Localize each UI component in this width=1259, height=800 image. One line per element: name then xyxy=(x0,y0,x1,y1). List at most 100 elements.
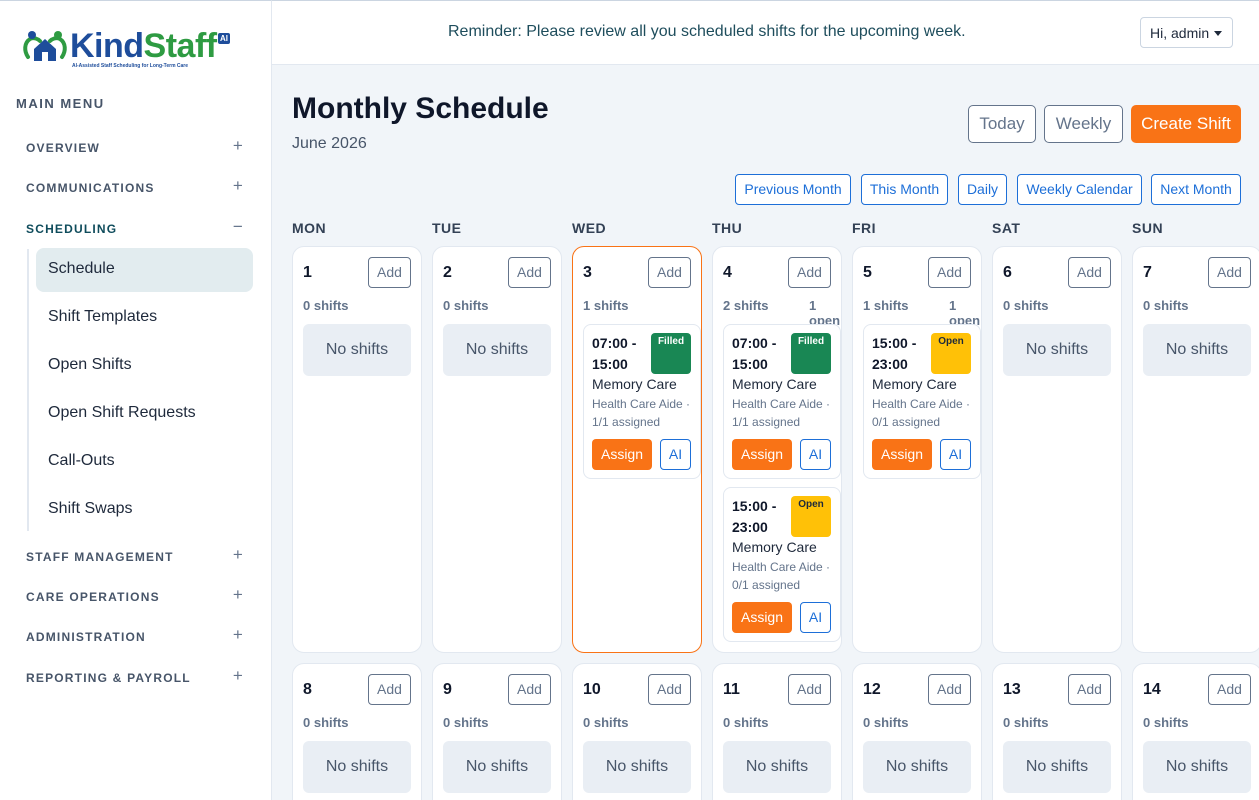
day-number: 9 xyxy=(443,681,452,698)
shift-count: 0 shifts xyxy=(1003,715,1049,730)
day-number: 6 xyxy=(1003,264,1012,281)
daily-button[interactable]: Daily xyxy=(958,174,1007,205)
add-shift-button[interactable]: Add xyxy=(1068,674,1111,705)
add-shift-button[interactable]: Add xyxy=(368,674,411,705)
weekly-calendar-button[interactable]: Weekly Calendar xyxy=(1017,174,1142,205)
sidebar-item-shift-templates[interactable]: Shift Templates xyxy=(36,296,253,340)
today-button[interactable]: Today xyxy=(968,105,1036,143)
next-month-button[interactable]: Next Month xyxy=(1151,174,1241,205)
status-badge: Filled xyxy=(791,333,831,374)
shift-count: 0 shifts xyxy=(723,715,769,730)
day-cell: 2 Add 0 shifts No shifts xyxy=(432,246,562,653)
sidebar-item-open-shifts[interactable]: Open Shifts xyxy=(36,344,253,388)
sidebar-section-scheduling[interactable]: SCHEDULING − xyxy=(26,217,244,239)
add-shift-button[interactable]: Add xyxy=(1208,257,1251,288)
shift-count: 0 shifts xyxy=(863,715,909,730)
no-shifts-placeholder: No shifts xyxy=(443,324,551,376)
user-menu-button[interactable]: Hi, admin xyxy=(1140,17,1233,48)
sidebar-item-shift-swaps[interactable]: Shift Swaps xyxy=(36,488,253,532)
add-shift-button[interactable]: Add xyxy=(508,257,551,288)
assign-button[interactable]: Assign xyxy=(732,439,792,470)
sidebar-item-schedule[interactable]: Schedule xyxy=(36,248,253,292)
shift-assigned: 1/1 assigned xyxy=(592,415,661,429)
sidebar-section-overview[interactable]: OVERVIEW + xyxy=(26,136,244,158)
shift-card[interactable]: 07:00 - 15:00 Filled Memory Care Health Car… xyxy=(723,324,841,479)
add-shift-button[interactable]: Add xyxy=(788,257,831,288)
sidebar-section-staff-management[interactable]: STAFF MANAGEMENT + xyxy=(26,545,244,567)
shift-count: 0 shifts xyxy=(1143,715,1189,730)
status-badge: Open xyxy=(931,333,971,374)
assign-button[interactable]: Assign xyxy=(592,439,652,470)
brand-ai-badge: AI xyxy=(218,33,230,44)
shift-card[interactable]: 15:00 - 23:00 Open Memory Care Health Care … xyxy=(723,487,841,642)
no-shifts-placeholder: No shifts xyxy=(863,741,971,793)
sidebar-section-communications[interactable]: COMMUNICATIONS + xyxy=(26,176,244,198)
shift-assigned: 0/1 assigned xyxy=(872,415,941,429)
weekly-button[interactable]: Weekly xyxy=(1044,105,1123,143)
weekday-header: SAT xyxy=(992,220,1021,236)
day-cell: 10 Add 0 shifts No shifts xyxy=(572,663,702,800)
sidebar-section-reporting-payroll[interactable]: REPORTING & PAYROLL + xyxy=(26,666,244,688)
shift-count: 0 shifts xyxy=(583,715,629,730)
day-number: 2 xyxy=(443,264,452,281)
sidebar-section-administration[interactable]: ADMINISTRATION + xyxy=(26,625,244,647)
create-shift-button[interactable]: Create Shift xyxy=(1131,105,1241,143)
shift-card[interactable]: 07:00 - 15:00 Filled Memory Care Health Car… xyxy=(583,324,701,479)
expand-icon: + xyxy=(232,545,244,564)
add-shift-button[interactable]: Add xyxy=(648,257,691,288)
shift-time: 07:00 - 15:00 xyxy=(732,335,777,372)
ai-assign-button[interactable]: AI xyxy=(800,602,831,633)
shift-count: 1 shifts xyxy=(863,298,909,313)
expand-icon: + xyxy=(232,666,244,685)
day-cell: 12 Add 0 shifts No shifts xyxy=(852,663,982,800)
add-shift-button[interactable]: Add xyxy=(648,674,691,705)
day-cell: 6 Add 0 shifts No shifts xyxy=(992,246,1122,653)
sidebar-item-call-outs[interactable]: Call-Outs xyxy=(36,440,253,484)
expand-icon: + xyxy=(232,625,244,644)
sidebar-item-open-shift-requests[interactable]: Open Shift Requests xyxy=(36,392,253,436)
shift-count: 0 shifts xyxy=(1143,298,1189,313)
add-shift-button[interactable]: Add xyxy=(508,674,551,705)
main-menu-heading: MAIN MENU xyxy=(16,96,105,111)
no-shifts-placeholder: No shifts xyxy=(443,741,551,793)
day-number: 1 xyxy=(303,264,312,281)
add-shift-button[interactable]: Add xyxy=(928,257,971,288)
shift-time: 15:00 - 23:00 xyxy=(872,335,917,372)
day-number: 13 xyxy=(1003,681,1021,698)
add-shift-button[interactable]: Add xyxy=(928,674,971,705)
sidebar-section-care-operations[interactable]: CARE OPERATIONS + xyxy=(26,585,244,607)
shift-count: 0 shifts xyxy=(1003,298,1049,313)
kindstaff-logo[interactable]: KindStaff AI AI-Assisted Staff Schedulin… xyxy=(22,25,237,73)
no-shifts-placeholder: No shifts xyxy=(303,324,411,376)
add-shift-button[interactable]: Add xyxy=(1208,674,1251,705)
day-number: 3 xyxy=(583,264,592,281)
add-shift-button[interactable]: Add xyxy=(788,674,831,705)
add-shift-button[interactable]: Add xyxy=(1068,257,1111,288)
day-number: 11 xyxy=(723,681,740,698)
day-number: 4 xyxy=(723,264,732,281)
no-shifts-placeholder: No shifts xyxy=(1143,741,1251,793)
assign-button[interactable]: Assign xyxy=(732,602,792,633)
shift-role: Health Care Aide · xyxy=(732,560,831,574)
page-subtitle: June 2026 xyxy=(292,135,367,152)
day-cell: 14 Add 0 shifts No shifts xyxy=(1132,663,1259,800)
day-cell: 9 Add 0 shifts No shifts xyxy=(432,663,562,800)
no-shifts-placeholder: No shifts xyxy=(723,741,831,793)
this-month-button[interactable]: This Month xyxy=(861,174,948,205)
ai-assign-button[interactable]: AI xyxy=(940,439,971,470)
add-shift-button[interactable]: Add xyxy=(368,257,411,288)
ai-assign-button[interactable]: AI xyxy=(800,439,831,470)
shift-unit: Memory Care xyxy=(592,376,677,392)
shift-unit: Memory Care xyxy=(732,376,817,392)
day-number: 14 xyxy=(1143,681,1161,698)
weekday-header: TUE xyxy=(432,220,462,236)
shift-card[interactable]: 15:00 - 23:00 Open Memory Care Health Care … xyxy=(863,324,981,479)
status-badge: Open xyxy=(791,496,831,537)
previous-month-button[interactable]: Previous Month xyxy=(735,174,851,205)
ai-assign-button[interactable]: AI xyxy=(660,439,691,470)
expand-icon: + xyxy=(232,136,244,155)
day-cell: 7 Add 0 shifts No shifts xyxy=(1132,246,1259,653)
shift-count: 0 shifts xyxy=(303,715,349,730)
brand-tagline: AI-Assisted Staff Scheduling for Long-Te… xyxy=(72,63,189,69)
assign-button[interactable]: Assign xyxy=(872,439,932,470)
